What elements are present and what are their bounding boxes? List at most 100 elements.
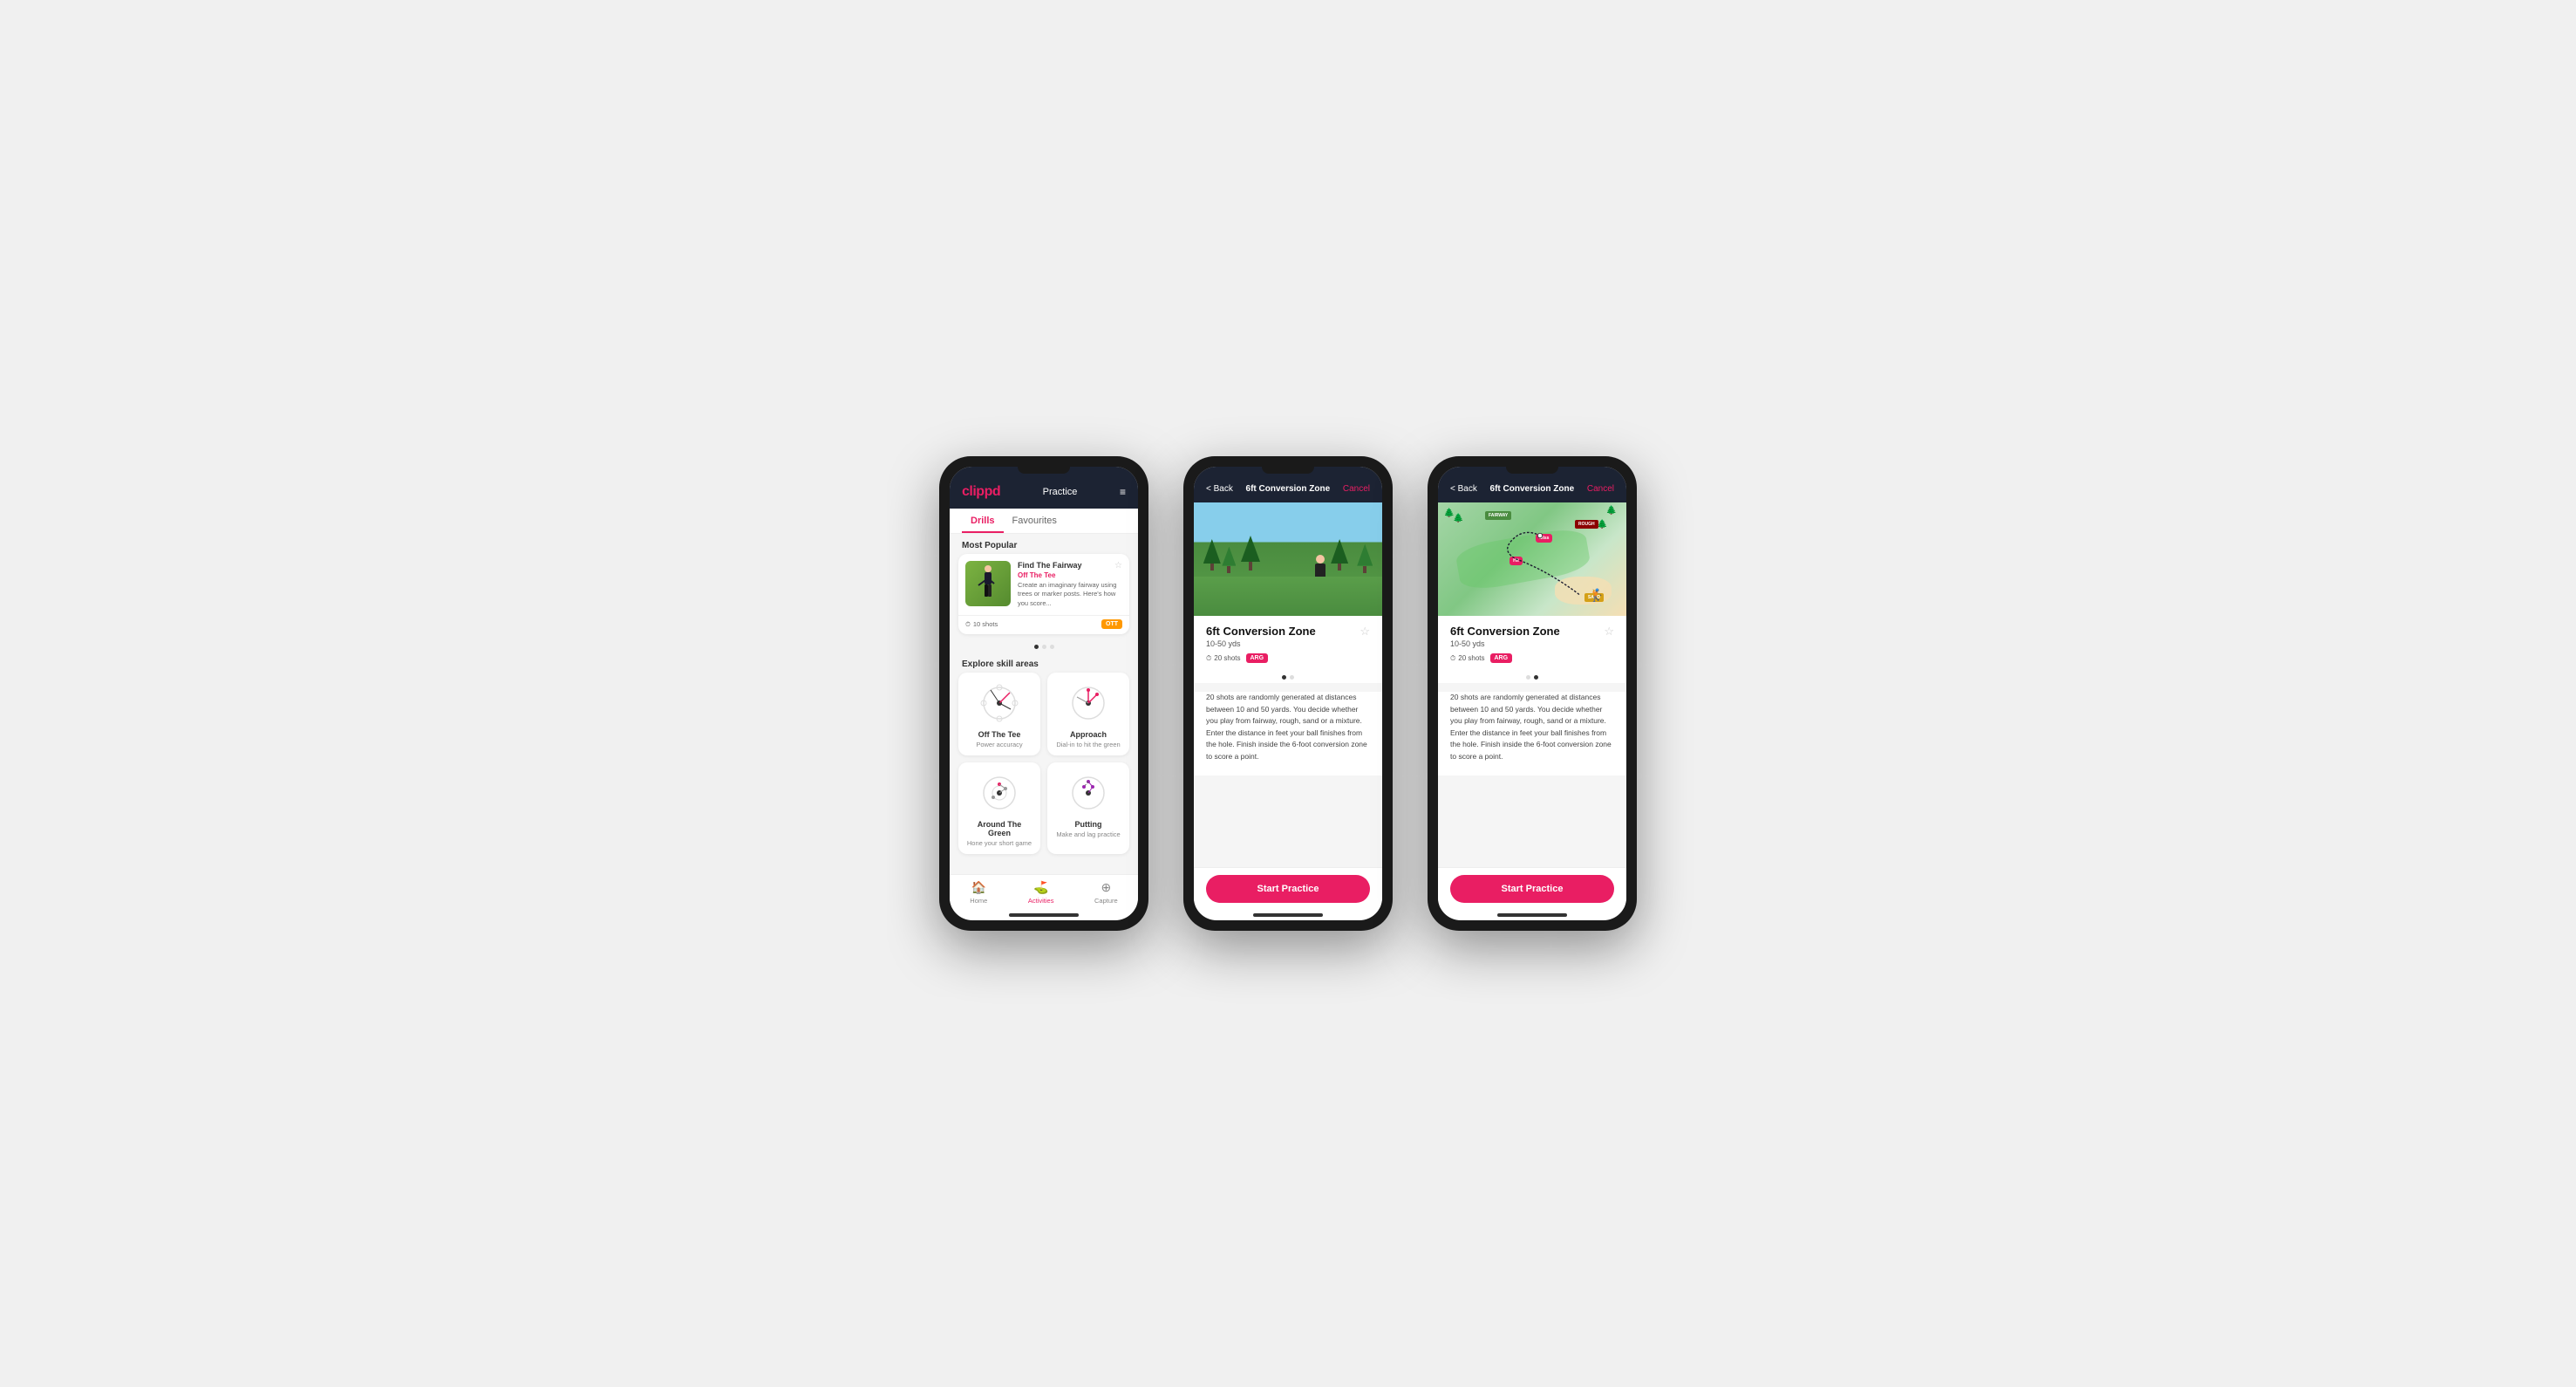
drill-description-3: 20 shots are randomly generated at dista…	[1438, 692, 1626, 775]
shots-label: ⏱ 10 shots	[965, 620, 998, 629]
golf-scene	[1194, 502, 1382, 616]
around-green-icon	[978, 771, 1021, 815]
drill-card-info: Find The Fairway Off The Tee ☆ Create an…	[1018, 561, 1122, 608]
s3-dot-2	[1534, 675, 1538, 680]
cancel-button-2[interactable]: Cancel	[1343, 484, 1370, 494]
home-indicator-3	[1497, 913, 1567, 917]
golf-map: 🌲 🌲 🌲 🌲 FAIRWAY ROUGH SAND Miss Hit	[1438, 502, 1626, 616]
tabs-bar: Drills Favourites	[950, 509, 1138, 534]
drill-title-2: 6ft Conversion Zone	[1206, 625, 1316, 638]
dot-1	[1034, 645, 1039, 649]
skill-name-atg: Around The Green	[965, 820, 1033, 837]
home-indicator	[1009, 913, 1079, 917]
phone-screen-1: clippd Practice ≡ Drills Favourites Most…	[939, 456, 1148, 931]
drill-header-title-2: 6ft Conversion Zone	[1246, 484, 1331, 494]
home-indicator-2	[1253, 913, 1323, 917]
phone-screen-3: < Back 6ft Conversion Zone Cancel 🌲 🌲 🌲 …	[1428, 456, 1637, 931]
tab-favourites[interactable]: Favourites	[1004, 509, 1066, 533]
ott-badge: OTT	[1101, 619, 1122, 629]
s3-dot-1	[1526, 675, 1530, 680]
nav-activities-label: Activities	[1028, 897, 1054, 905]
dot-3	[1050, 645, 1054, 649]
phone-notch-2	[1262, 467, 1314, 474]
start-practice-button-2[interactable]: Start Practice	[1206, 875, 1370, 903]
arg-badge-3: ARG	[1490, 653, 1513, 663]
drill-meta-3: ⏱ 20 shots ARG	[1450, 653, 1614, 663]
favourite-star-3[interactable]: ☆	[1604, 625, 1614, 639]
favourite-star-icon[interactable]: ☆	[1114, 561, 1122, 571]
drill-card-subtitle: Off The Tee	[1018, 571, 1082, 579]
s2-dot-1	[1282, 675, 1286, 680]
tree-5	[1331, 539, 1348, 571]
drill-meta-2: ⏱ 20 shots ARG	[1206, 653, 1370, 663]
app-logo: clippd	[962, 484, 1000, 500]
drill-info-3: 6ft Conversion Zone 10-50 yds ☆ ⏱ 20 sho…	[1438, 616, 1626, 670]
tree-3	[1241, 536, 1260, 571]
nav-home[interactable]: 🏠 Home	[970, 880, 987, 905]
nav-capture[interactable]: ⊕ Capture	[1094, 880, 1118, 905]
off-tee-icon	[978, 681, 1021, 725]
start-practice-section-3: Start Practice	[1438, 867, 1626, 908]
nav-activities[interactable]: ⛳ Activities	[1028, 880, 1054, 905]
skill-card-off-the-tee[interactable]: Off The Tee Power accuracy	[958, 673, 1040, 755]
drill-range-3: 10-50 yds	[1450, 639, 1560, 648]
shots-info-3: ⏱ 20 shots	[1450, 654, 1485, 663]
featured-drill-card[interactable]: Find The Fairway Off The Tee ☆ Create an…	[958, 554, 1129, 634]
hamburger-icon[interactable]: ≡	[1120, 486, 1126, 498]
drill-card-image	[965, 561, 1011, 606]
golfer-icon	[975, 564, 1001, 603]
activities-icon: ⛳	[1033, 880, 1048, 895]
skill-card-around-green[interactable]: Around The Green Hone your short game	[958, 762, 1040, 854]
s2-dot-2	[1290, 675, 1294, 680]
drill-card-title: Find The Fairway	[1018, 561, 1082, 571]
start-practice-section-2: Start Practice	[1194, 867, 1382, 908]
carousel-dots	[950, 641, 1138, 653]
skill-name-putting: Putting	[1075, 820, 1102, 829]
back-button-3[interactable]: < Back	[1450, 484, 1477, 494]
skill-sub-atg: Hone your short game	[967, 839, 1032, 847]
drill-content-3: 6ft Conversion Zone 10-50 yds ☆ ⏱ 20 sho…	[1438, 616, 1626, 867]
skill-areas-grid: Off The Tee Power accuracy Approach	[950, 673, 1138, 861]
tree-4	[1357, 544, 1373, 573]
back-button-2[interactable]: < Back	[1206, 484, 1233, 494]
drill-range-2: 10-50 yds	[1206, 639, 1316, 648]
drill-hero-map: 🌲 🌲 🌲 🌲 FAIRWAY ROUGH SAND Miss Hit	[1438, 502, 1626, 616]
arg-badge-2: ARG	[1246, 653, 1269, 663]
drill-description-2: 20 shots are randomly generated at dista…	[1194, 692, 1382, 775]
skill-sub-ott: Power accuracy	[976, 741, 1022, 748]
drill-header-title-3: 6ft Conversion Zone	[1490, 484, 1575, 494]
skill-card-putting[interactable]: Putting Make and lag practice	[1047, 762, 1129, 854]
explore-label: Explore skill areas	[950, 653, 1138, 673]
tab-drills[interactable]: Drills	[962, 509, 1004, 533]
phone-screen-2: < Back 6ft Conversion Zone Cancel	[1183, 456, 1393, 931]
tree-1	[1203, 539, 1221, 571]
skill-name-ott: Off The Tee	[978, 730, 1021, 739]
main-content: Most Popular	[950, 534, 1138, 874]
start-practice-button-3[interactable]: Start Practice	[1450, 875, 1614, 903]
shots-info-2: ⏱ 20 shots	[1206, 654, 1241, 663]
clock-icon-2: ⏱	[1206, 654, 1211, 663]
cancel-button-3[interactable]: Cancel	[1587, 484, 1614, 494]
drill-card-footer: ⏱ 10 shots OTT	[958, 615, 1129, 634]
header-title: Practice	[1043, 487, 1078, 497]
drill-info-2: 6ft Conversion Zone 10-50 yds ☆ ⏱ 20 sho…	[1194, 616, 1382, 670]
skill-sub-putting: Make and lag practice	[1056, 830, 1120, 838]
most-popular-label: Most Popular	[950, 534, 1138, 554]
capture-icon: ⊕	[1101, 880, 1111, 895]
skill-card-approach[interactable]: Approach Dial-in to hit the green	[1047, 673, 1129, 755]
spacer-3	[1438, 683, 1626, 692]
skill-sub-approach: Dial-in to hit the green	[1056, 741, 1120, 748]
map-golfer: 🏌️	[1590, 588, 1605, 603]
drill-content-2: 6ft Conversion Zone 10-50 yds ☆ ⏱ 20 sho…	[1194, 616, 1382, 867]
green-ground	[1194, 577, 1382, 617]
phone-notch-3	[1506, 467, 1558, 474]
home-icon: 🏠	[971, 880, 986, 895]
clock-icon: ⏱	[965, 620, 971, 629]
dot-2	[1042, 645, 1046, 649]
bottom-nav: 🏠 Home ⛳ Activities ⊕ Capture	[950, 874, 1138, 908]
nav-home-label: Home	[970, 897, 987, 905]
skill-name-approach: Approach	[1070, 730, 1107, 739]
drill-card-description: Create an imaginary fairway using trees …	[1018, 581, 1122, 609]
favourite-star-2[interactable]: ☆	[1360, 625, 1370, 639]
drill-title-3: 6ft Conversion Zone	[1450, 625, 1560, 638]
